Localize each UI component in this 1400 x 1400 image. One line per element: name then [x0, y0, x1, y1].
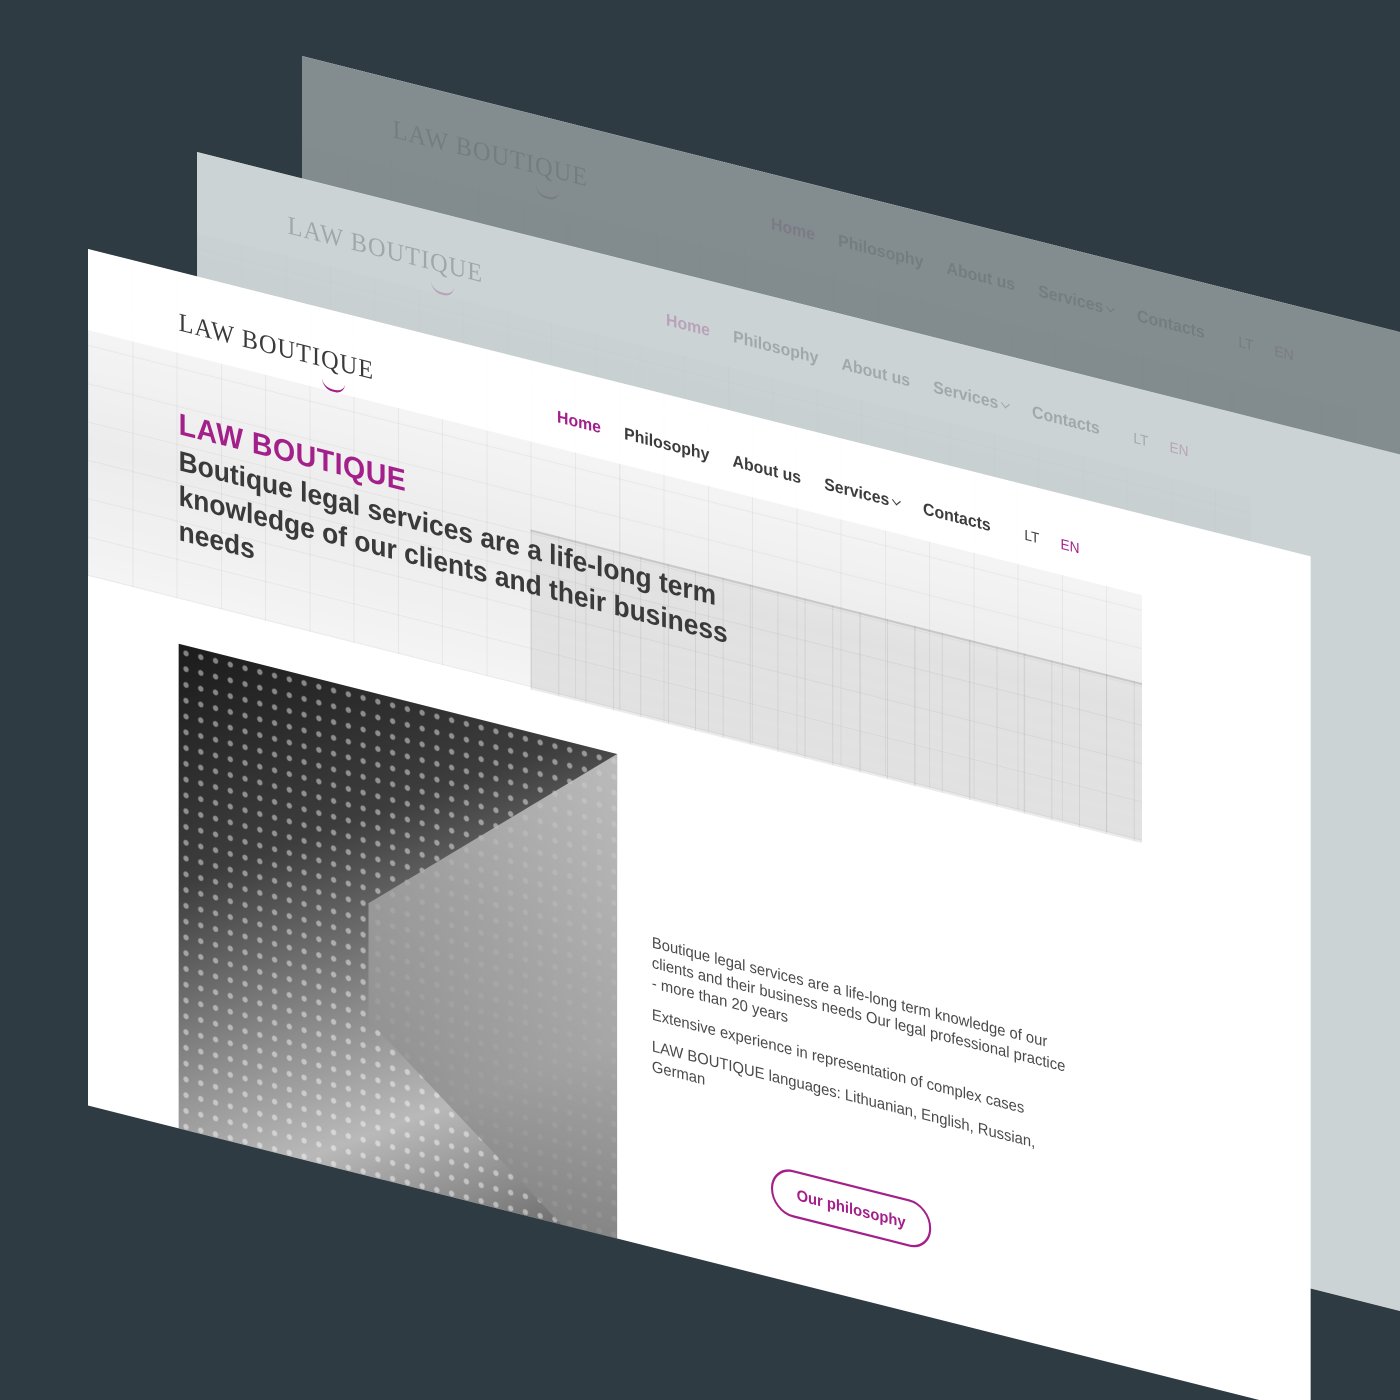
nav-about-us[interactable]: About us: [733, 452, 802, 488]
chevron-down-icon: [1106, 303, 1116, 313]
nav-services-label: Services: [824, 474, 890, 511]
lang-lt[interactable]: LT: [1024, 526, 1039, 547]
lang-en[interactable]: EN: [1274, 342, 1293, 364]
nav-philosophy[interactable]: Philosophy: [733, 327, 818, 368]
lang-lt[interactable]: LT: [1238, 333, 1253, 354]
nav-contacts[interactable]: Contacts: [1137, 307, 1205, 343]
lang-lt[interactable]: LT: [1133, 429, 1148, 450]
language-switcher: LT EN: [1133, 429, 1188, 460]
nav-services[interactable]: Services: [1038, 281, 1116, 320]
lang-en[interactable]: EN: [1060, 535, 1079, 557]
language-switcher: LT EN: [1238, 333, 1293, 364]
nav-about-us[interactable]: About us: [947, 259, 1016, 295]
nav-home[interactable]: Home: [771, 214, 815, 244]
mockup-stage: LAW BOUTIQUE Home Philosophy About us Se…: [0, 0, 1400, 1400]
nav-home[interactable]: Home: [666, 310, 710, 340]
nav-services-label: Services: [933, 377, 999, 414]
chevron-down-icon: [1001, 399, 1011, 409]
language-switcher: LT EN: [1024, 526, 1079, 557]
nav-philosophy[interactable]: Philosophy: [838, 231, 923, 272]
nav-contacts[interactable]: Contacts: [1032, 403, 1100, 439]
nav-services[interactable]: Services: [933, 377, 1011, 416]
nav-about-us[interactable]: About us: [842, 355, 911, 391]
lang-en[interactable]: EN: [1169, 438, 1188, 460]
nav-philosophy[interactable]: Philosophy: [624, 424, 709, 465]
nav-contacts[interactable]: Contacts: [923, 500, 991, 536]
our-philosophy-button[interactable]: Our philosophy: [770, 1164, 932, 1253]
nav-services[interactable]: Services: [824, 474, 902, 513]
chevron-down-icon: [892, 496, 902, 506]
architecture-photo: [178, 643, 618, 1284]
nav-services-label: Services: [1038, 281, 1104, 318]
intro-text: Boutique legal services are a life-long …: [652, 932, 1068, 1192]
nav-home[interactable]: Home: [557, 407, 601, 437]
